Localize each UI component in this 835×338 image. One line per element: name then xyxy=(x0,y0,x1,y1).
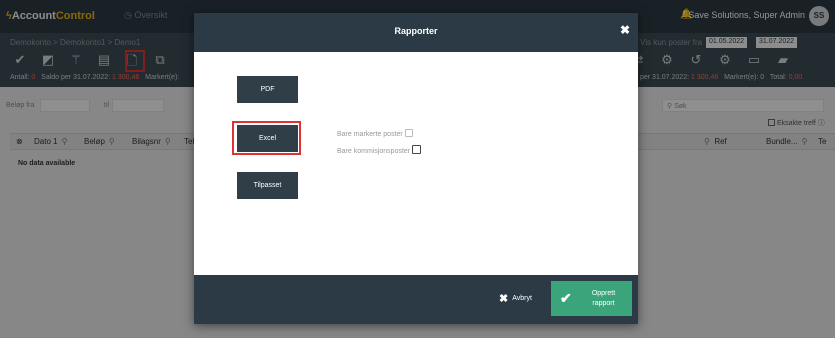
bare-markerte-option[interactable]: Bare markerte poster xyxy=(337,129,413,138)
pdf-button[interactable]: PDF xyxy=(237,76,298,103)
excel-button[interactable]: Excel xyxy=(237,125,298,152)
report-modal: Rapporter ✖ PDF Excel Tilpasset Bare mar… xyxy=(194,13,638,324)
tilpasset-button[interactable]: Tilpasset xyxy=(237,172,298,199)
bare-markerte-checkbox[interactable] xyxy=(404,129,413,137)
cancel-button[interactable]: ✖ Avbryt xyxy=(499,292,532,305)
close-icon: ✖ xyxy=(499,293,509,305)
bare-kommisjon-checkbox[interactable] xyxy=(412,145,422,154)
close-icon[interactable]: ✖ xyxy=(620,23,630,37)
bare-kommisjon-option[interactable]: Bare kommisjonsposter xyxy=(337,145,422,155)
create-report-button[interactable]: ✔ Opprett rapport xyxy=(551,281,632,316)
modal-title: Rapporter xyxy=(394,26,438,36)
check-icon: ✔ xyxy=(560,290,572,306)
modal-header: Rapporter ✖ xyxy=(194,13,638,52)
modal-footer: ✖ Avbryt ✔ Opprett rapport xyxy=(194,275,638,324)
